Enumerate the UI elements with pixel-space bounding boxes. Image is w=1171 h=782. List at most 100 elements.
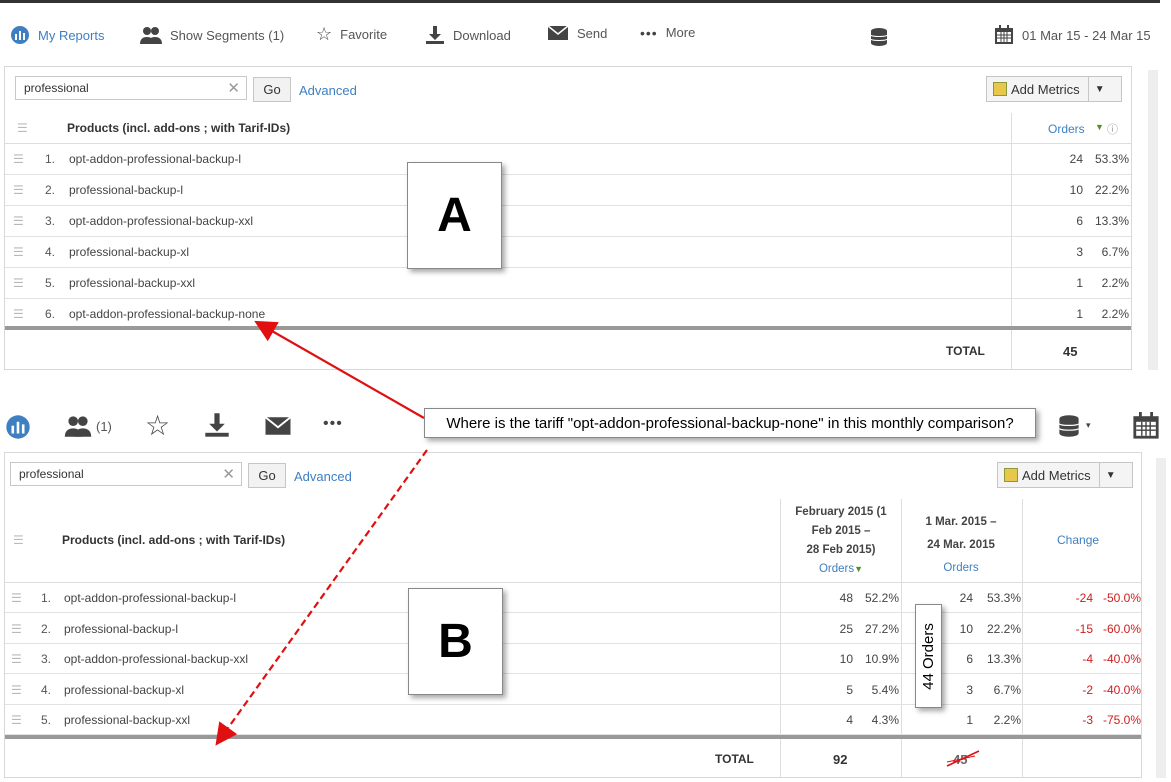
tree-icon: ☰ <box>17 121 28 135</box>
tree-icon[interactable]: ☰ <box>11 683 25 697</box>
tree-icon[interactable]: ☰ <box>11 652 25 666</box>
tree-icon[interactable]: ☰ <box>13 307 27 321</box>
product-name[interactable]: opt-addon-professional-backup-l <box>69 152 241 166</box>
calendar-icon[interactable] <box>1132 412 1160 440</box>
scrollbar-a[interactable] <box>1148 70 1158 370</box>
clear-icon[interactable]: ✕ <box>227 79 240 97</box>
database-icon[interactable] <box>1058 414 1080 438</box>
product-name[interactable]: professional-backup-l <box>69 183 183 197</box>
tree-icon[interactable]: ☰ <box>11 591 25 605</box>
envelope-icon <box>547 25 569 41</box>
add-metrics-button[interactable]: Add Metrics ▼ <box>997 462 1133 488</box>
row-number: 2. <box>44 183 55 197</box>
change-header[interactable]: Change <box>1057 533 1099 547</box>
help-icon[interactable]: ⓘ <box>1107 121 1118 137</box>
change-value: -2 <box>1082 682 1093 697</box>
sort-desc-icon[interactable]: ▼ <box>854 564 863 574</box>
product-name[interactable]: opt-addon-professional-backup-xxl <box>69 214 253 228</box>
table-row[interactable]: ☰ 5. professional-backup-xxl 1 2.2% <box>5 268 1131 299</box>
tree-icon[interactable]: ☰ <box>11 713 25 727</box>
orders-percent: 22.2% <box>1094 183 1129 197</box>
row-number: 3. <box>40 652 51 666</box>
row-number: 5. <box>40 713 51 727</box>
redacted-report-suite <box>890 27 960 47</box>
product-name[interactable]: opt-addon-professional-backup-xxl <box>64 652 248 666</box>
table-row[interactable]: ☰ 2. professional-backup-l 25 27.2% 10 22.2% -1… <box>5 614 1141 644</box>
orders-percent: 2.2% <box>1101 276 1129 290</box>
tree-icon[interactable]: ☰ <box>13 276 27 290</box>
reports-logo-icon[interactable] <box>5 414 31 440</box>
change-percent: -50.0% <box>1102 591 1141 605</box>
add-metrics-label: Add Metrics <box>1022 467 1091 483</box>
chevron-down-icon[interactable]: ▼ <box>1100 470 1122 481</box>
product-name[interactable]: professional-backup-xl <box>69 245 189 259</box>
table-row[interactable]: ☰ 4. professional-backup-xl 3 6.7% <box>5 237 1131 268</box>
orders-value: 10 <box>1069 183 1083 197</box>
tree-icon[interactable]: ☰ <box>13 214 27 228</box>
mar-percent: 22.2% <box>986 621 1021 636</box>
sort-desc-icon[interactable]: ▼ <box>1095 122 1104 132</box>
more-button[interactable]: ••• More <box>640 25 695 40</box>
orders-value: 1 <box>1076 307 1083 321</box>
tree-icon[interactable]: ☰ <box>13 245 27 259</box>
feb-orders: 25 <box>839 621 853 636</box>
question-callout: Where is the tariff "opt-addon-professio… <box>424 408 1036 438</box>
product-name[interactable]: professional-backup-xl <box>64 683 184 697</box>
table-row[interactable]: ☰ 3. opt-addon-professional-backup-xxl 10 10… <box>5 644 1141 674</box>
envelope-icon[interactable] <box>264 416 292 436</box>
go-button[interactable]: Go <box>248 463 286 488</box>
row-number: 4. <box>44 245 55 259</box>
scrollbar-b[interactable] <box>1156 458 1166 778</box>
users-icon <box>64 414 92 438</box>
go-button[interactable]: Go <box>253 77 291 102</box>
product-name[interactable]: professional-backup-xxl <box>69 276 195 290</box>
date-range-label: 01 Mar 15 - 24 Mar 15 <box>1022 27 1151 43</box>
metrics-icon <box>993 82 1007 96</box>
show-segments-button[interactable]: Show Segments (1) <box>140 25 284 45</box>
show-segments-label: Show Segments (1) <box>170 27 285 43</box>
column-header-products: Products (incl. add-ons ; with Tarif-IDs… <box>62 533 286 547</box>
send-button[interactable]: Send <box>547 25 607 41</box>
feb-percent: 4.3% <box>871 713 899 727</box>
star-icon[interactable]: ☆ <box>145 412 170 440</box>
clear-icon[interactable]: ✕ <box>222 465 235 483</box>
product-name[interactable]: professional-backup-l <box>64 622 178 636</box>
chevron-down-icon[interactable]: ▾ <box>1086 420 1091 431</box>
advanced-link[interactable]: Advanced <box>294 469 352 484</box>
table-row[interactable]: ☰ 4. professional-backup-xl 5 5.4% 3 6.7% -2 -40… <box>5 675 1141 705</box>
my-reports-button[interactable]: My Reports <box>10 25 104 45</box>
orders-note: 44 Orders <box>920 622 938 690</box>
product-name[interactable]: professional-backup-xxl <box>64 713 190 727</box>
download-button[interactable]: Download <box>425 25 511 45</box>
orders-header[interactable]: Orders <box>1048 122 1085 136</box>
table-row[interactable]: ☰ 5. professional-backup-xxl 4 4.3% 1 2.2% -3 -7… <box>5 705 1141 735</box>
product-name[interactable]: opt-addon-professional-backup-l <box>64 591 236 605</box>
more-dots-icon[interactable]: ••• <box>323 416 343 432</box>
table-row[interactable]: ☰ 1. opt-addon-professional-backup-l 24 53.3… <box>5 144 1131 175</box>
table-row[interactable]: ☰ 2. professional-backup-l 10 22.2% <box>5 175 1131 206</box>
tree-icon[interactable]: ☰ <box>13 152 27 166</box>
product-name[interactable]: opt-addon-professional-backup-none <box>69 307 265 321</box>
download-label: Download <box>453 27 511 43</box>
orders-header-mar[interactable]: Orders <box>901 557 1021 580</box>
feb-percent: 5.4% <box>871 682 899 697</box>
search-input[interactable]: professional ✕ <box>10 462 242 486</box>
orders-value: 24 <box>1069 152 1083 166</box>
add-metrics-button[interactable]: Add Metrics ▼ <box>986 76 1122 102</box>
download-icon[interactable] <box>204 412 230 438</box>
tree-icon[interactable]: ☰ <box>13 183 27 197</box>
total-separator <box>5 326 1131 330</box>
table-row[interactable]: ☰ 1. opt-addon-professional-backup-l 48 52.2… <box>5 583 1141 613</box>
row-number: 5. <box>44 276 55 290</box>
tree-icon[interactable]: ☰ <box>11 622 25 636</box>
segments-button[interactable]: (1) <box>64 414 112 438</box>
total-value: 45 <box>1063 344 1078 359</box>
advanced-link[interactable]: Advanced <box>299 83 357 98</box>
date-range-button[interactable]: 01 Mar 15 - 24 Mar 15 <box>994 25 1151 45</box>
orders-header-feb[interactable]: Orders <box>819 563 854 575</box>
search-input[interactable]: professional ✕ <box>15 76 247 100</box>
table-row[interactable]: ☰ 3. opt-addon-professional-backup-xxl 6 13.… <box>5 206 1131 237</box>
chevron-down-icon[interactable]: ▼ <box>1089 84 1111 95</box>
database-icon[interactable] <box>870 27 888 47</box>
favorite-button[interactable]: ☆ Favorite <box>316 25 387 43</box>
